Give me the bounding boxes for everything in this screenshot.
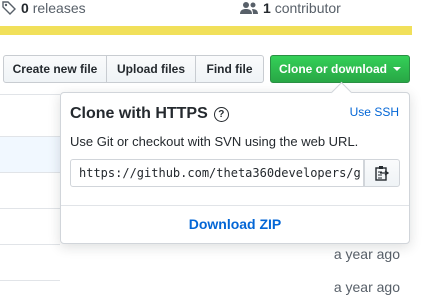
clone-url-input[interactable]: https://github.com/theta360developers/g xyxy=(70,159,364,187)
list-item xyxy=(0,280,60,292)
clone-or-download-button[interactable]: Clone or download xyxy=(270,55,410,83)
contributors-stat[interactable]: 1 contributor xyxy=(240,0,341,16)
list-item xyxy=(0,208,60,245)
create-new-file-button[interactable]: Create new file xyxy=(3,55,107,83)
file-list xyxy=(0,94,60,291)
clone-popup-title: Clone with HTTPS xyxy=(70,105,208,122)
chevron-down-icon xyxy=(393,67,401,71)
commit-age: a year ago xyxy=(333,279,400,295)
releases-count: 0 xyxy=(21,0,29,16)
download-zip-link[interactable]: Download ZIP xyxy=(61,216,409,232)
popup-divider xyxy=(61,205,409,206)
list-item xyxy=(0,136,60,173)
list-item xyxy=(0,172,60,209)
popup-arrow xyxy=(330,81,353,104)
upload-files-button[interactable]: Upload files xyxy=(106,55,196,83)
contributors-label: contributor xyxy=(274,0,341,16)
people-icon xyxy=(240,2,258,14)
clone-button-label: Clone or download xyxy=(279,62,387,76)
contributors-count: 1 xyxy=(263,0,271,16)
clone-popup: Clone with HTTPS ? Use SSH Use Git or ch… xyxy=(60,81,410,244)
clipboard-icon xyxy=(375,166,389,181)
language-bar xyxy=(0,26,412,35)
list-item xyxy=(0,244,60,281)
releases-stat[interactable]: 0 releases xyxy=(2,0,86,16)
tag-icon xyxy=(2,1,16,15)
releases-label: releases xyxy=(32,0,86,16)
find-file-button[interactable]: Find file xyxy=(195,55,264,83)
help-icon[interactable]: ? xyxy=(213,106,229,122)
clone-description: Use Git or checkout with SVN using the w… xyxy=(70,134,359,149)
copy-to-clipboard-button[interactable] xyxy=(364,159,400,187)
commit-age: a year ago xyxy=(333,246,400,262)
clone-popup-heading: Clone with HTTPS ? xyxy=(70,105,229,123)
use-ssh-link[interactable]: Use SSH xyxy=(350,105,399,119)
list-item xyxy=(0,94,60,137)
